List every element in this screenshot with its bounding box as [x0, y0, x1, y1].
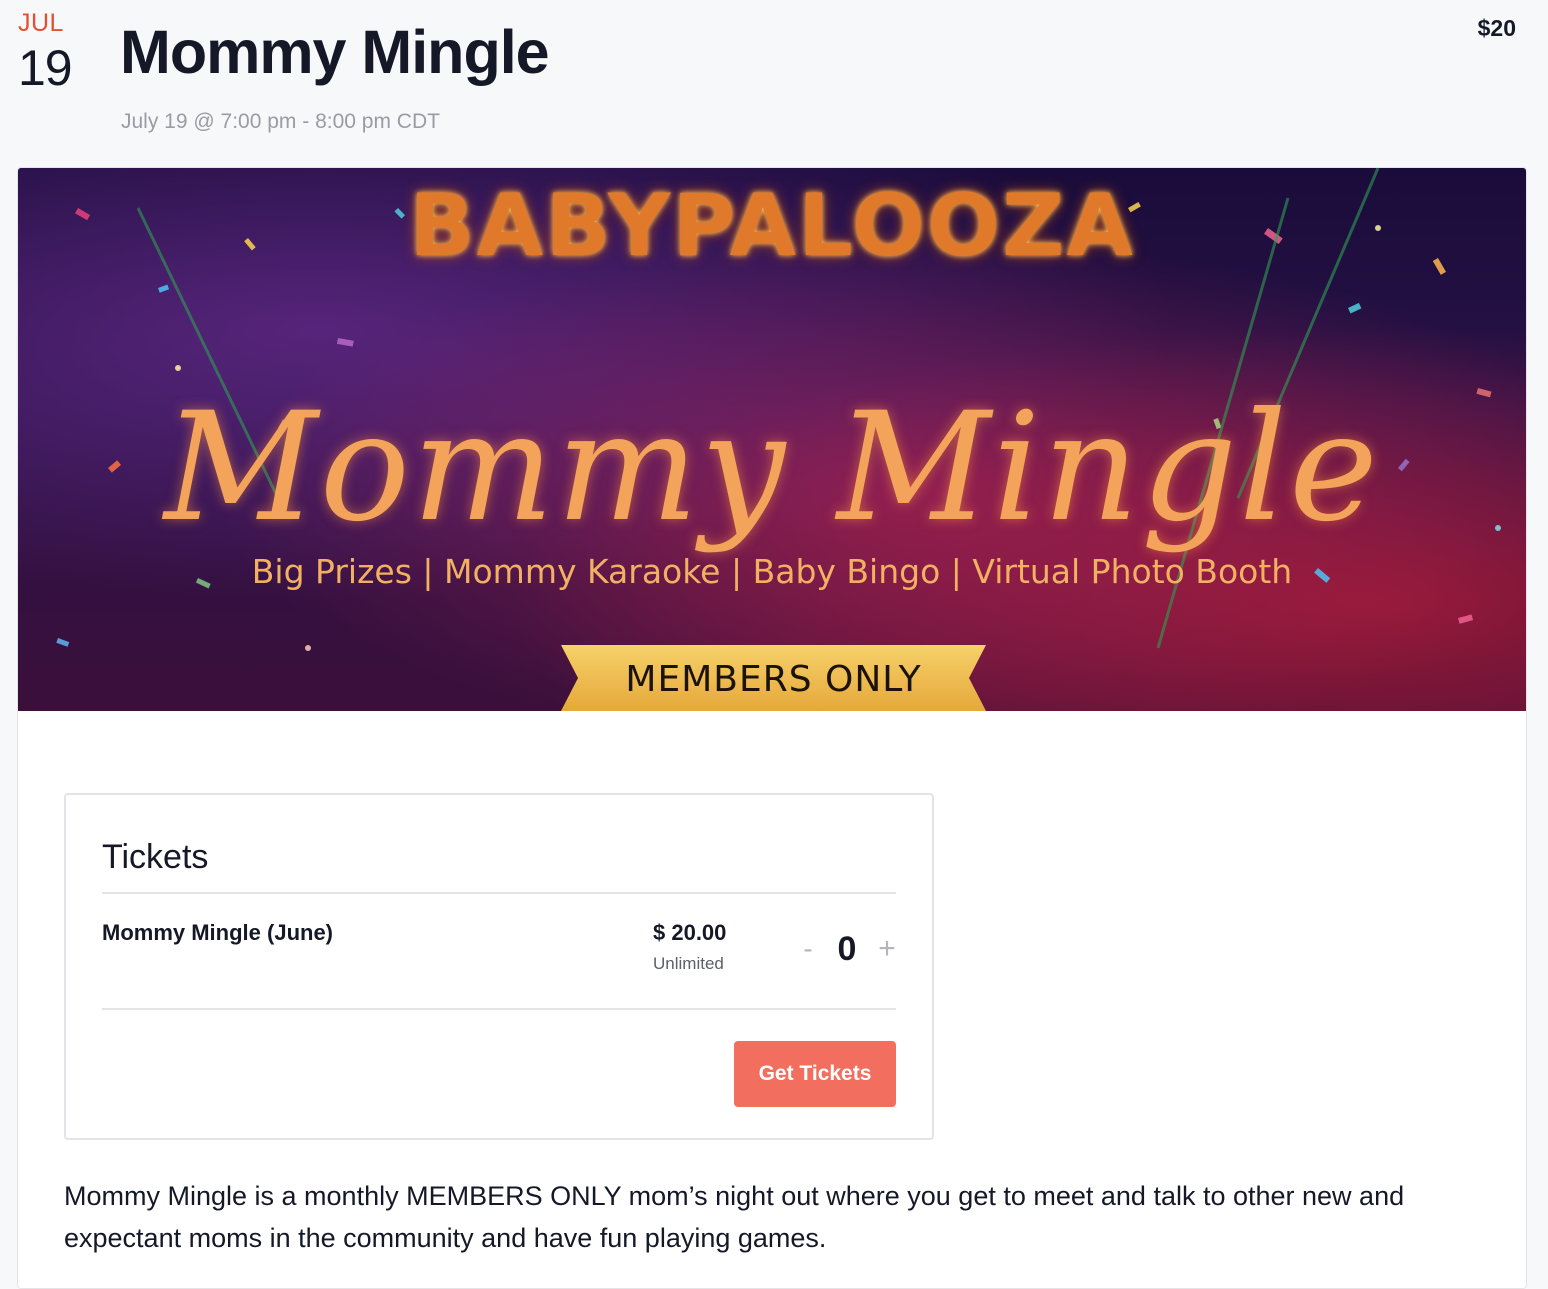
- quantity-input[interactable]: [828, 929, 866, 969]
- banner-script-title: Mommy Mingle: [164, 381, 1380, 555]
- tickets-form: Tickets Mommy Mingle (June) $ 20.00 Unli…: [64, 793, 934, 1140]
- tickets-divider-top: [102, 892, 896, 894]
- banner-brand-text: BABYPALOOZA: [409, 176, 1135, 276]
- event-title: Mommy Mingle: [120, 18, 550, 86]
- event-date-tag: JUL 19: [18, 8, 78, 94]
- event-description: Mommy Mingle is a monthly MEMBERS ONLY m…: [64, 1181, 1405, 1253]
- banner-tagline: Big Prizes | Mommy Karaoke | Baby Bingo …: [251, 552, 1293, 591]
- tickets-divider-bottom: [102, 1008, 896, 1010]
- get-tickets-button[interactable]: Get Tickets: [734, 1041, 896, 1107]
- ticket-name: Mommy Mingle (June): [102, 920, 334, 945]
- quantity-increment-button[interactable]: +: [874, 931, 900, 967]
- event-price: $20: [1477, 15, 1516, 41]
- event-day: 19: [18, 40, 73, 96]
- event-month: JUL: [18, 9, 64, 37]
- event-time-range: July 19 @ 7:00 pm - 8:00 pm CDT: [121, 110, 440, 133]
- ticket-availability: Unlimited: [653, 954, 724, 973]
- members-only-ribbon: MEMBERS ONLY: [561, 645, 986, 711]
- ticket-price: $ 20.00: [653, 920, 727, 945]
- event-banner-image: BABYPALOOZA Mommy Mingle Big Prizes | Mo…: [18, 168, 1526, 711]
- tickets-heading: Tickets: [102, 838, 209, 876]
- event-content-card: BABYPALOOZA Mommy Mingle Big Prizes | Mo…: [17, 167, 1527, 1289]
- quantity-decrement-button[interactable]: -: [796, 931, 820, 967]
